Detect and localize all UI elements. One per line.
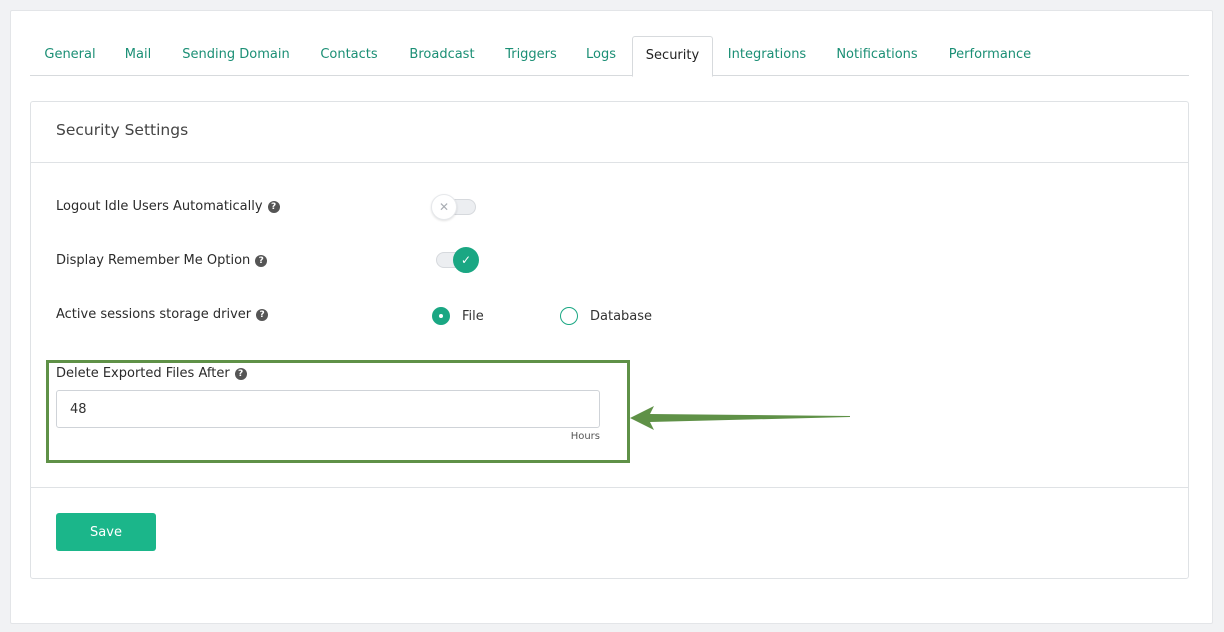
tab-mail[interactable]: Mail (110, 36, 166, 76)
delete-exported-text: Delete Exported Files After (56, 366, 230, 381)
remember-me-toggle[interactable]: ✓ (432, 247, 479, 273)
tab-sending-domain[interactable]: Sending Domain (166, 36, 306, 76)
tab-integrations[interactable]: Integrations (713, 36, 821, 76)
radio-database[interactable]: Database (560, 307, 652, 325)
logout-idle-toggle[interactable]: ✕ (431, 194, 478, 220)
delete-exported-label: Delete Exported Files After ? (56, 366, 247, 381)
settings-tabs: General Mail Sending Domain Contacts Bro… (30, 36, 1189, 77)
delete-exported-input[interactable] (56, 390, 600, 428)
panel-title: Security Settings (56, 121, 189, 139)
remember-me-text: Display Remember Me Option (56, 253, 251, 268)
tab-logs[interactable]: Logs (570, 36, 632, 76)
tab-broadcast[interactable]: Broadcast (392, 36, 492, 76)
tab-triggers[interactable]: Triggers (492, 36, 570, 76)
panel-header: Security Settings (31, 102, 1188, 163)
save-button[interactable]: Save (56, 513, 156, 551)
hours-hint: Hours (570, 431, 600, 442)
radio-dot (560, 307, 578, 325)
logout-idle-text: Logout Idle Users Automatically (56, 199, 263, 214)
radio-database-label: Database (590, 308, 653, 324)
tab-notifications[interactable]: Notifications (821, 36, 933, 76)
logout-idle-label: Logout Idle Users Automatically ? (56, 199, 280, 214)
tab-performance[interactable]: Performance (933, 36, 1047, 76)
tab-general[interactable]: General (30, 36, 110, 76)
radio-file[interactable]: File (432, 307, 484, 325)
arrow-icon (630, 406, 850, 430)
check-icon: ✓ (453, 247, 479, 273)
sessions-driver-text: Active sessions storage driver (56, 307, 252, 322)
sessions-driver-label: Active sessions storage driver ? (56, 307, 269, 322)
radio-file-label: File (462, 308, 484, 324)
help-icon[interactable]: ? (234, 367, 247, 380)
radio-dot (432, 307, 450, 325)
tab-contacts[interactable]: Contacts (306, 36, 392, 76)
help-icon[interactable]: ? (256, 308, 269, 321)
x-icon: ✕ (431, 194, 457, 220)
remember-me-label: Display Remember Me Option ? (56, 253, 268, 268)
tab-security[interactable]: Security (632, 36, 713, 77)
divider (31, 487, 1188, 488)
security-settings-panel: Security Settings (30, 101, 1189, 579)
help-icon[interactable]: ? (267, 200, 280, 213)
help-icon[interactable]: ? (255, 254, 268, 267)
